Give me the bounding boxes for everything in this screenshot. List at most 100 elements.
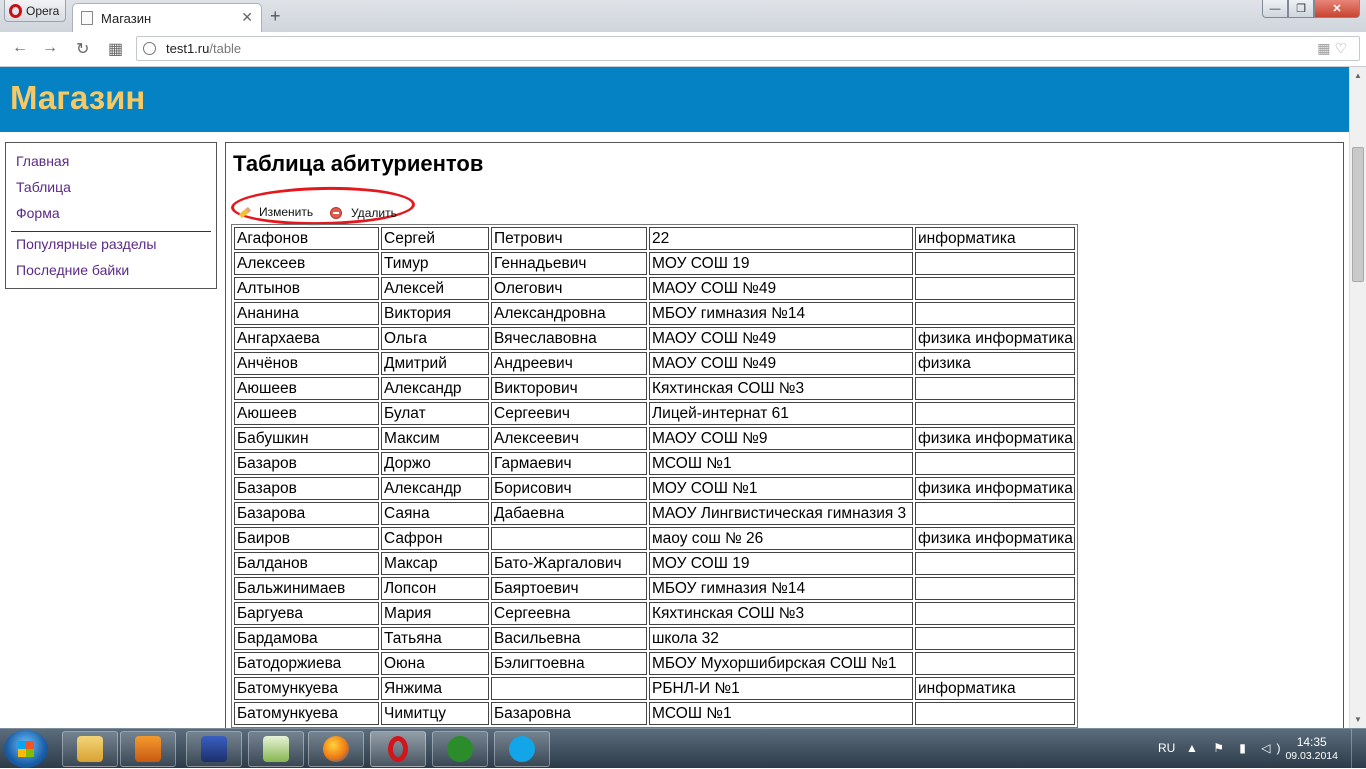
table-cell — [915, 252, 1075, 275]
taskbar-notepad[interactable] — [248, 731, 304, 767]
opera-logo-icon — [9, 3, 22, 18]
bookmark-heart-icon[interactable]: ▦♡ — [1317, 40, 1351, 57]
taskbar-save-app[interactable] — [186, 731, 242, 767]
table-cell: МСОШ №1 — [649, 452, 913, 475]
page-viewport: Магазин Главная Таблица Форма Популярные… — [0, 67, 1349, 728]
table-cell — [915, 627, 1075, 650]
edit-button[interactable]: Изменить — [238, 205, 313, 219]
table-cell: Бардамова — [234, 627, 379, 650]
main-content: Таблица абитуриентов Изменить Удалить Аг… — [225, 142, 1344, 728]
tray-icons[interactable]: ▲ ⚑ ▮ ◁) — [1186, 741, 1286, 755]
table-row: Анчёнов Дмитрий Андреевич МАОУ СОШ №49 физик… — [234, 352, 1075, 375]
menu-divider — [11, 231, 211, 232]
table-cell: Янжима — [381, 677, 489, 700]
table-cell: Сергеевич — [491, 402, 647, 425]
sidebar-item-latest[interactable]: Последние байки — [16, 262, 129, 278]
table-cell: МБОУ гимназия №14 — [649, 302, 913, 325]
table-cell — [915, 602, 1075, 625]
table-cell: МАОУ Лингвистическая гимназия 3 — [649, 502, 913, 525]
table-cell: школа 32 — [649, 627, 913, 650]
scroll-up-icon[interactable]: ▲ — [1354, 71, 1362, 80]
close-window-button[interactable]: ✕ — [1314, 0, 1360, 18]
skype-icon — [509, 736, 535, 762]
minimize-button[interactable]: — — [1262, 0, 1288, 18]
taskbar-utorrent[interactable] — [432, 731, 488, 767]
maximize-button[interactable]: ❐ — [1288, 0, 1314, 18]
media-player-icon — [135, 736, 161, 762]
table-row: Ангархаева Ольга Вячеславовна МАОУ СОШ №49 ф… — [234, 327, 1075, 350]
table-cell: Чимитцу — [381, 702, 489, 725]
show-desktop-button[interactable] — [1351, 729, 1366, 769]
table-cell: Доржо — [381, 452, 489, 475]
table-row: Баргуева Мария Сергеевна Кяхтинская СОШ №3 — [234, 602, 1075, 625]
table-cell: МБОУ Мухоршибирская СОШ №1 — [649, 652, 913, 675]
table-cell — [915, 652, 1075, 675]
page-icon — [81, 11, 93, 25]
table-cell: Андреевич — [491, 352, 647, 375]
scroll-down-icon[interactable]: ▼ — [1354, 715, 1362, 724]
delete-button[interactable]: Удалить — [330, 206, 397, 220]
table-row: Бабушкин Максим Алексеевич МАОУ СОШ №9 физик… — [234, 427, 1075, 450]
sidebar-item-home[interactable]: Главная — [16, 153, 69, 169]
table-cell: физика — [915, 352, 1075, 375]
page-scrollbar[interactable]: ▲ ▼ — [1349, 67, 1366, 728]
taskbar-firefox[interactable] — [308, 731, 364, 767]
table-cell: Бальжинимаев — [234, 577, 379, 600]
table-cell: информатика — [915, 677, 1075, 700]
table-cell: Ангархаева — [234, 327, 379, 350]
table-cell: Бэлигтоевна — [491, 652, 647, 675]
sidebar-item-table[interactable]: Таблица — [16, 179, 71, 195]
site-info-icon[interactable] — [143, 42, 156, 55]
table-cell: Ананина — [234, 302, 379, 325]
taskbar-media-player[interactable] — [120, 731, 176, 767]
delete-icon — [330, 207, 342, 219]
close-tab-icon[interactable]: ✕ — [241, 9, 253, 26]
opera-menu-button[interactable]: Opera — [4, 0, 66, 22]
table-cell: Батодоржиева — [234, 652, 379, 675]
table-cell: Баиров — [234, 527, 379, 550]
table-cell: МБОУ гимназия №14 — [649, 577, 913, 600]
table-cell: Аюшеев — [234, 402, 379, 425]
table-row: Бардамова Татьяна Васильевна школа 32 — [234, 627, 1075, 650]
clock[interactable]: 14:35 09.03.2014 — [1285, 735, 1338, 763]
speed-dial-icon[interactable]: ▦ — [108, 39, 123, 59]
firefox-icon — [323, 736, 349, 762]
notepad-icon — [263, 736, 289, 762]
forward-icon[interactable]: → — [42, 39, 58, 57]
table-row: Алексеев Тимур Геннадьевич МОУ СОШ 19 — [234, 252, 1075, 275]
table-cell: Ольга — [381, 327, 489, 350]
reload-icon[interactable]: ↻ — [76, 39, 89, 59]
table-cell: Викторович — [491, 377, 647, 400]
table-cell: Дмитрий — [381, 352, 489, 375]
table-cell: маоу сош № 26 — [649, 527, 913, 550]
table-row: Батодоржиева Оюна Бэлигтоевна МБОУ Мухоршиб… — [234, 652, 1075, 675]
back-icon[interactable]: ← — [12, 39, 28, 57]
table-row: Аюшеев Александр Викторович Кяхтинская СОШ … — [234, 377, 1075, 400]
table-cell — [915, 302, 1075, 325]
table-cell: Кяхтинская СОШ №3 — [649, 602, 913, 625]
table-row: Баиров Сафрон маоу сош № 26 физика информат… — [234, 527, 1075, 550]
taskbar-opera[interactable] — [370, 731, 426, 767]
sidebar-item-form[interactable]: Форма — [16, 205, 60, 221]
system-tray: RU ▲ ⚑ ▮ ◁) 14:35 09.03.2014 — [1136, 729, 1366, 769]
new-tab-button[interactable]: + — [270, 6, 281, 27]
table-cell: Виктория — [381, 302, 489, 325]
table-cell: Балданов — [234, 552, 379, 575]
table-cell: Александр — [381, 377, 489, 400]
table-cell: Сергеевна — [491, 602, 647, 625]
language-indicator[interactable]: RU — [1158, 741, 1175, 755]
taskbar-explorer[interactable] — [62, 731, 118, 767]
table-cell — [915, 402, 1075, 425]
table-cell: Алтынов — [234, 277, 379, 300]
table-row: Балданов Максар Бато-Жаргалович МОУ СОШ 19 — [234, 552, 1075, 575]
table-cell: МАОУ СОШ №49 — [649, 327, 913, 350]
start-button[interactable] — [4, 730, 48, 768]
page-title: Таблица абитуриентов — [233, 151, 484, 176]
scrollbar-thumb[interactable] — [1352, 147, 1364, 282]
taskbar-skype[interactable] — [494, 731, 550, 767]
sidebar-item-popular[interactable]: Популярные разделы — [16, 236, 156, 252]
address-field[interactable]: test1.ru/table ▦♡ — [136, 36, 1360, 61]
browser-tab[interactable]: Магазин ✕ — [72, 3, 262, 32]
opera-icon — [388, 736, 408, 762]
table-cell: Лицей-интернат 61 — [649, 402, 913, 425]
